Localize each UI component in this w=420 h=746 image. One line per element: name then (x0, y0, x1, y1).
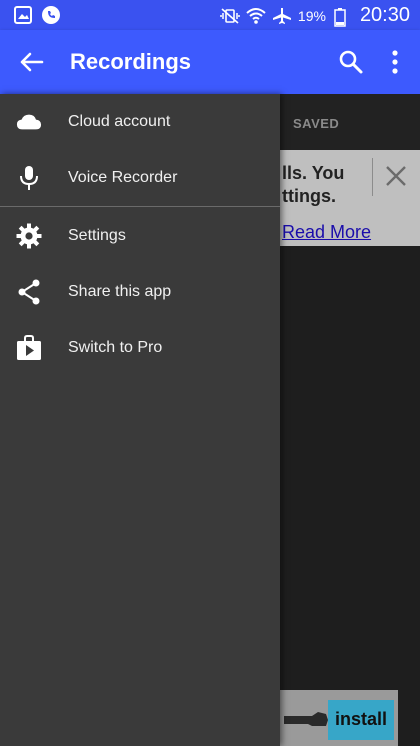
play-store-icon (16, 335, 42, 361)
tab-saved[interactable]: SAVED (293, 116, 339, 131)
drawer-divider (0, 206, 280, 207)
phone-call-icon (42, 6, 60, 24)
microphone-icon (16, 165, 42, 191)
mute-vibrate-icon (220, 7, 240, 25)
drawer-item-voice-recorder[interactable]: Voice Recorder (0, 150, 280, 206)
drawer-item-label: Settings (68, 227, 126, 244)
share-icon (16, 279, 42, 305)
gallery-icon (14, 6, 32, 24)
cloud-icon (16, 109, 42, 135)
navigation-drawer: Cloud account Voice Recorder Settings Sh… (0, 94, 280, 746)
pointing-hand-icon (282, 708, 330, 730)
clock: 20:30 (359, 4, 410, 26)
ad-text: lls. You ttings. (282, 163, 345, 206)
status-bar-left (14, 6, 60, 24)
install-button[interactable]: install (328, 700, 394, 740)
ad-divider (372, 158, 373, 196)
status-bar-right: 19% 20:30 (220, 4, 410, 27)
gear-icon (16, 223, 42, 249)
close-icon[interactable] (384, 164, 408, 188)
battery-percentage: 19% (297, 7, 326, 24)
search-icon[interactable] (338, 49, 364, 75)
drawer-item-label: Voice Recorder (68, 169, 178, 186)
wifi-icon (246, 7, 266, 25)
back-arrow-icon[interactable] (18, 48, 46, 76)
drawer-item-switch-to-pro[interactable]: Switch to Pro (0, 320, 280, 376)
more-options-icon[interactable] (390, 49, 400, 75)
drawer-item-label: Share this app (68, 283, 172, 300)
drawer-item-settings[interactable]: Settings (0, 208, 280, 264)
drawer-item-share[interactable]: Share this app (0, 264, 280, 320)
read-more-link[interactable]: Read More (282, 222, 371, 243)
drawer-item-cloud-account[interactable]: Cloud account (0, 94, 280, 150)
app-bar: Recordings (0, 30, 420, 94)
drawer-item-label: Switch to Pro (68, 339, 163, 356)
status-bar: 19% 20:30 (0, 0, 420, 30)
battery-icon (334, 7, 352, 27)
airplane-mode-icon (272, 7, 291, 25)
page-title: Recordings (70, 49, 192, 74)
bottom-ad-banner[interactable]: install (280, 690, 398, 746)
drawer-item-label: Cloud account (68, 113, 171, 130)
